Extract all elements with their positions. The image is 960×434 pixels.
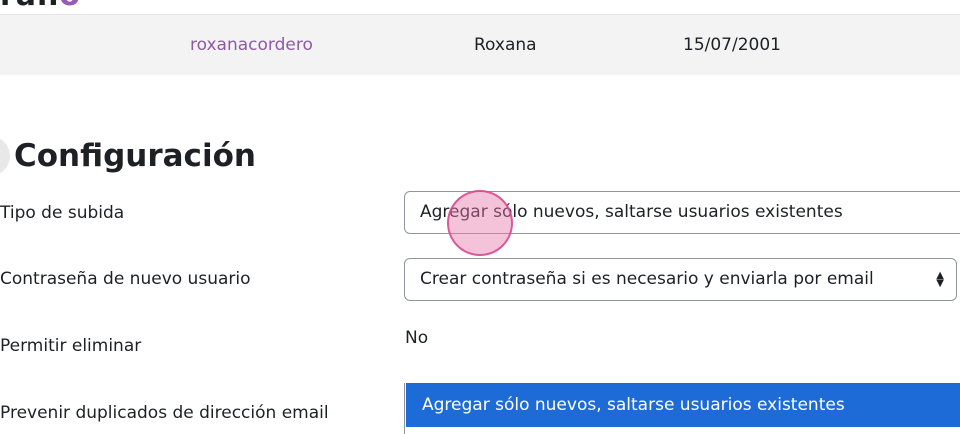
new-user-password-select[interactable]: Crear contraseña si es necesario y envia… <box>404 258 957 301</box>
collapse-toggle-icon[interactable] <box>0 136 10 176</box>
upload-type-dropdown-list: Agregar sólo nuevos, saltarse usuarios e… <box>404 383 960 434</box>
page: rano roxanacordero Roxana 15/07/2001 Con… <box>0 0 960 434</box>
logo-text: ran <box>0 0 59 13</box>
allow-delete-value: No <box>405 328 429 348</box>
new-user-password-value: Crear contraseña si es necesario y envia… <box>420 269 874 289</box>
new-user-password-label: Contraseña de nuevo usuario <box>0 269 251 289</box>
site-logo[interactable]: rano <box>0 0 81 13</box>
upload-type-select[interactable]: Agregar sólo nuevos, saltarse usuarios e… <box>404 191 960 234</box>
section-title: Configuración <box>14 138 256 174</box>
username-link[interactable]: roxanacordero <box>190 35 313 55</box>
table-row: roxanacordero Roxana 15/07/2001 <box>0 15 960 75</box>
upload-type-value: Agregar sólo nuevos, saltarse usuarios e… <box>420 202 843 222</box>
select-arrows-icon: ▲ ▼ <box>936 269 944 289</box>
upload-type-label: Tipo de subida <box>0 203 125 223</box>
prevent-email-duplicates-label: Prevenir duplicados de dirección email <box>0 403 329 423</box>
logo-accent: o <box>59 0 81 13</box>
site-header: rano <box>0 0 960 15</box>
firstname-cell: Roxana <box>474 35 537 55</box>
allow-delete-label: Permitir eliminar <box>0 336 142 356</box>
date-cell: 15/07/2001 <box>683 35 781 55</box>
dropdown-option-highlighted[interactable]: Agregar sólo nuevos, saltarse usuarios e… <box>406 383 960 427</box>
